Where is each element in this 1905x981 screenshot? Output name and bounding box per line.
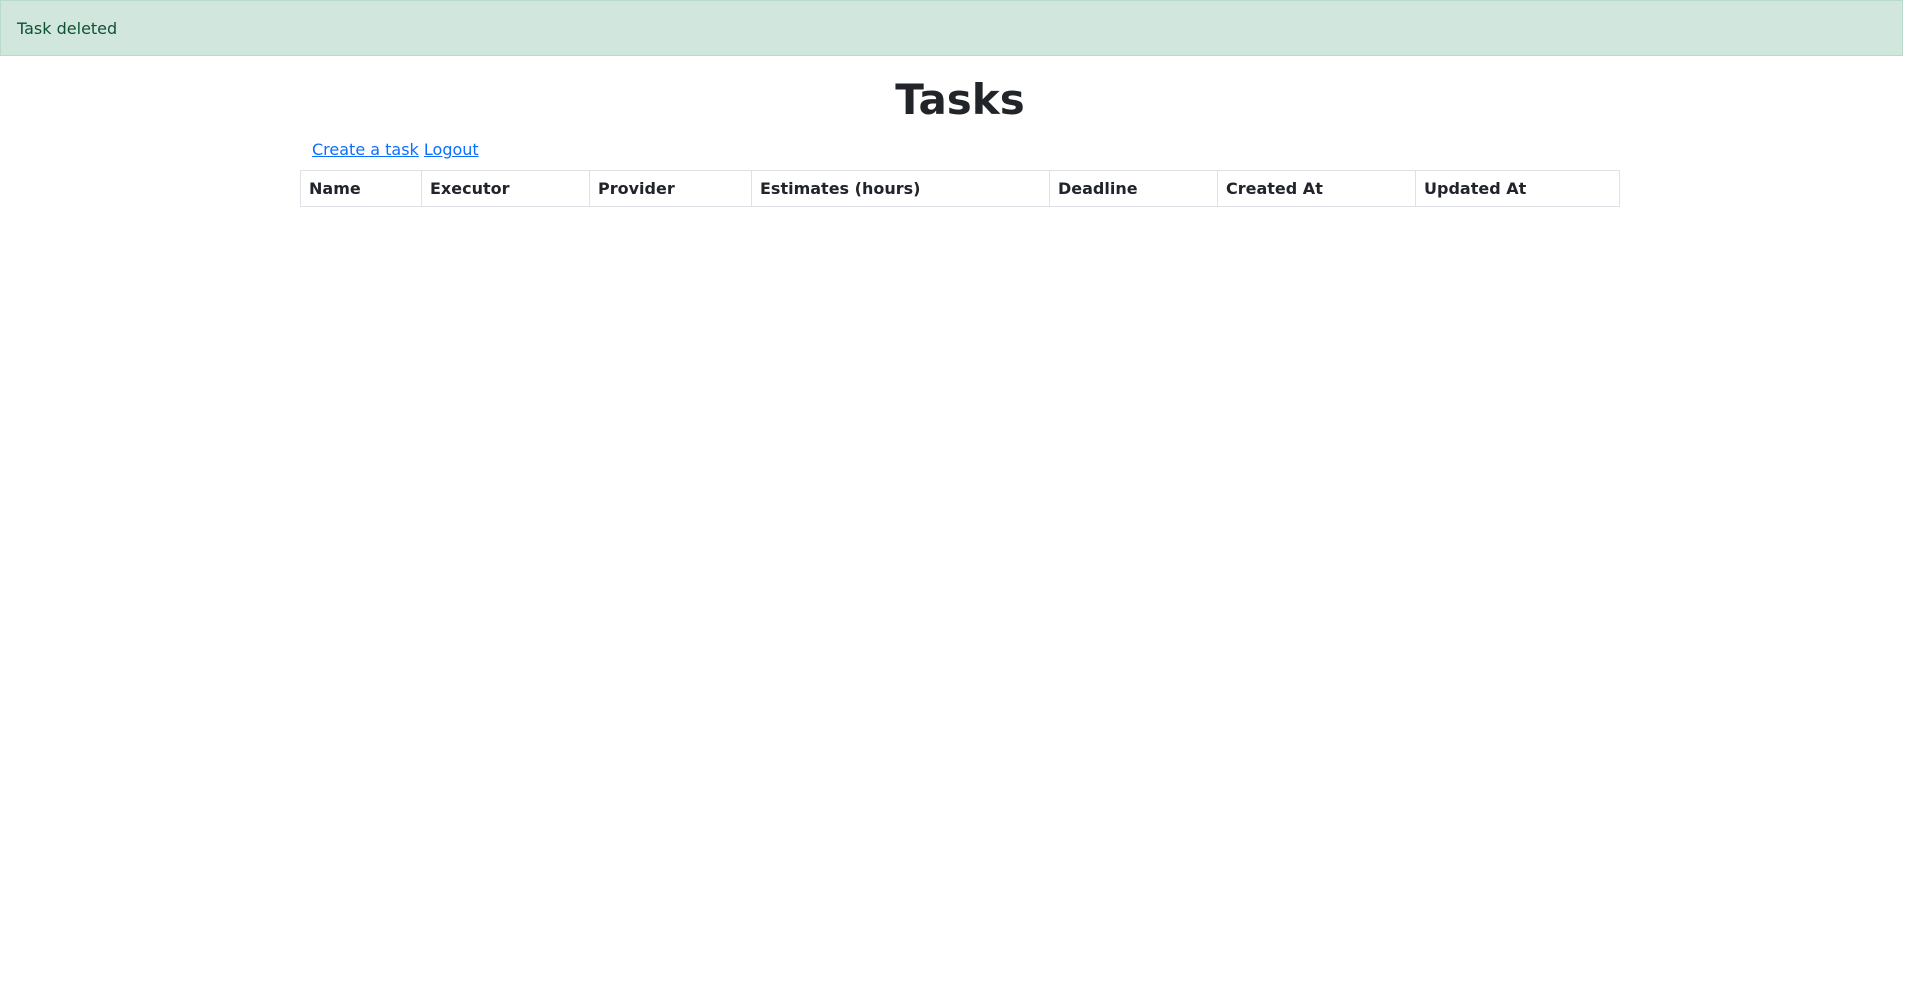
flash-message: Task deleted — [17, 19, 118, 38]
page-title: Tasks — [895, 75, 1025, 124]
column-header-executor: Executor — [421, 170, 590, 207]
create-task-link[interactable]: Create a task — [312, 140, 419, 159]
column-header-name: Name — [300, 170, 422, 207]
column-header-estimates: Estimates (hours) — [751, 170, 1050, 207]
column-header-updated-at: Updated At — [1415, 170, 1620, 207]
logout-link[interactable]: Logout — [424, 140, 479, 159]
column-header-provider: Provider — [589, 170, 752, 207]
tasks-table: Name Executor Provider Estimates (hours)… — [300, 170, 1620, 207]
column-header-deadline: Deadline — [1049, 170, 1218, 207]
action-links: Create a task Logout — [312, 139, 479, 161]
flash-success-alert: Task deleted — [0, 0, 1903, 56]
column-header-created-at: Created At — [1217, 170, 1416, 207]
table-header-row: Name Executor Provider Estimates (hours)… — [300, 170, 1620, 207]
